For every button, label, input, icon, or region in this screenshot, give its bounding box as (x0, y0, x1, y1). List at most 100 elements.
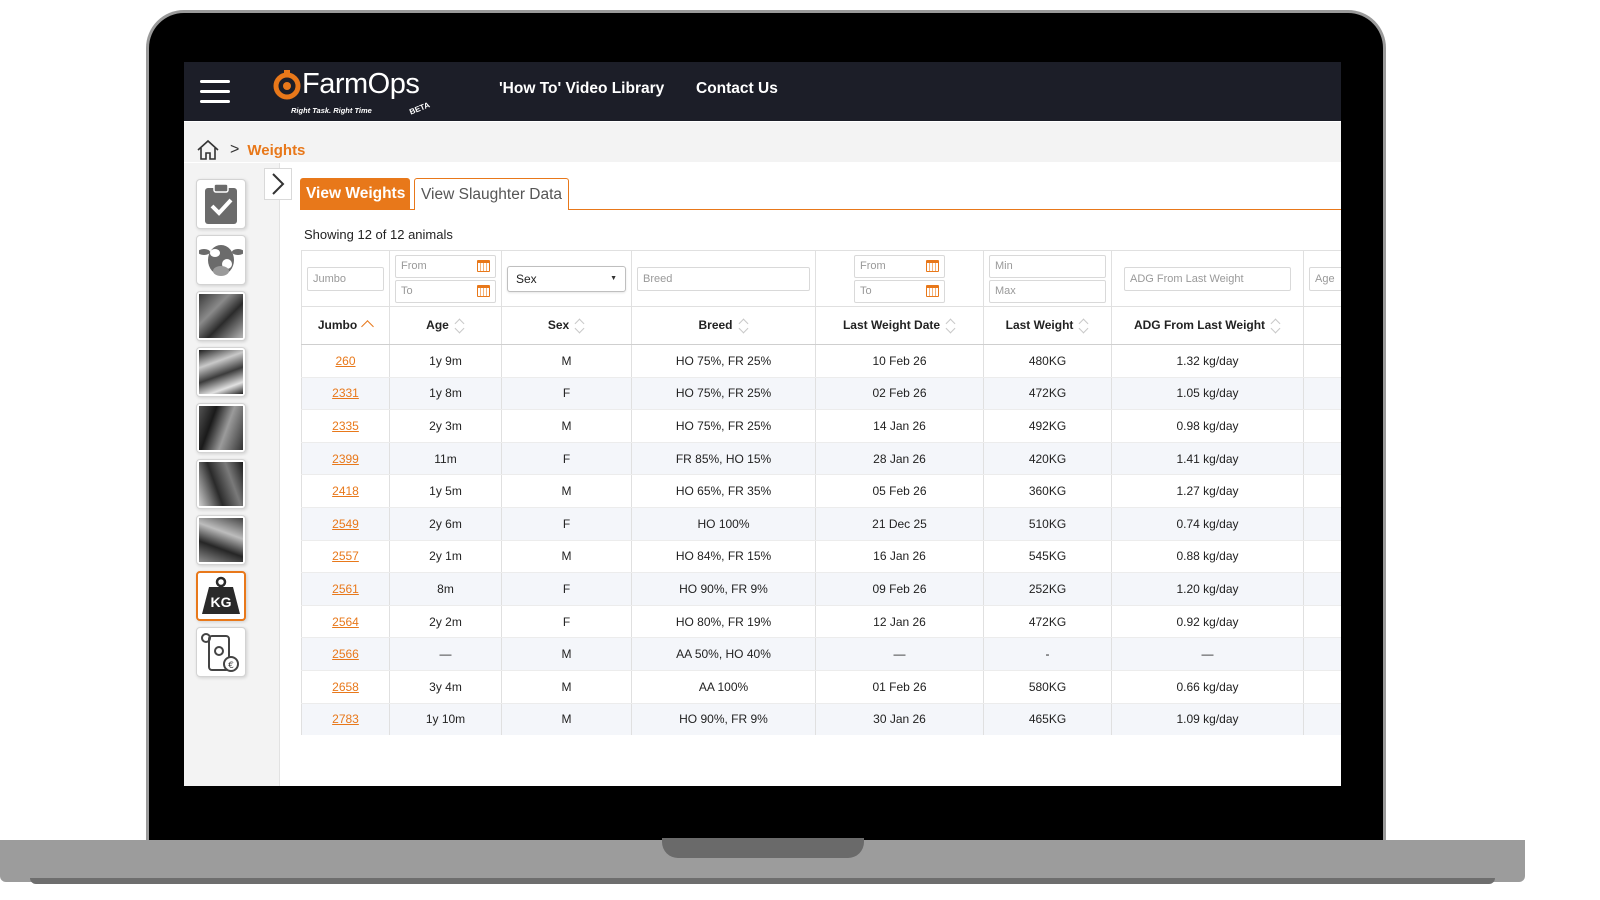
jumbo-link[interactable]: 2561 (332, 582, 359, 596)
table-row[interactable]: 260 1y 9m M HO 75%, FR 25% 10 Feb 26 480KG 1.3… (301, 344, 1341, 378)
sidebar-photo-1[interactable] (196, 291, 246, 341)
weights-table-container[interactable]: Jumbo From To Sex ▼ Breed From To Min Max (301, 250, 1341, 735)
cell-age: 8m (389, 572, 502, 606)
column-header-sex[interactable]: Sex (501, 306, 632, 345)
sort-ascending-icon[interactable] (363, 319, 373, 333)
jumbo-link[interactable]: 2418 (332, 484, 359, 498)
table-row[interactable]: 2566— M AA 50%, HO 40% — - — (301, 637, 1341, 671)
age-partial-filter-input[interactable]: Age (1309, 266, 1341, 291)
cell-adg: 1.09 kg/day (1111, 703, 1304, 735)
sidebar-photo-2[interactable] (196, 347, 246, 397)
sort-icon[interactable] (946, 319, 956, 333)
jumbo-link[interactable]: 2335 (332, 419, 359, 433)
column-header-breed[interactable]: Breed (631, 306, 816, 345)
sort-icon[interactable] (455, 319, 465, 333)
expand-sidebar-button[interactable] (264, 168, 292, 200)
sidebar-animals[interactable] (196, 235, 246, 285)
nav-video-library[interactable]: 'How To' Video Library (499, 80, 664, 98)
sidebar-photo-4[interactable] (196, 459, 246, 509)
sort-icon[interactable] (575, 319, 585, 333)
laptop-base-edge (30, 878, 1495, 884)
sidebar-photo-3[interactable] (196, 403, 246, 453)
sidebar-finance[interactable]: € (196, 627, 246, 677)
sex-filter-select[interactable]: Sex ▼ (507, 265, 626, 292)
sidebar-photo-5[interactable] (196, 515, 246, 565)
weight-min-filter[interactable]: Min (989, 254, 1106, 278)
table-row[interactable]: 2331 1y 8m F HO 75%, FR 25% 02 Feb 26 472KG 1.… (301, 377, 1341, 411)
column-header-label: Last Weight Date (842, 318, 941, 333)
clipboard-check-icon (205, 183, 237, 224)
jumbo-link[interactable]: 2783 (332, 712, 359, 726)
cell-last-weight-date: 02 Feb 26 (815, 377, 984, 411)
jumbo-link[interactable]: 2549 (332, 517, 359, 531)
home-icon[interactable] (196, 139, 220, 161)
jumbo-link[interactable]: 2658 (332, 680, 359, 694)
cell-sex: F (501, 507, 632, 541)
breed-filter-input[interactable]: Breed (637, 266, 810, 291)
sidebar-weights[interactable]: KG (196, 571, 246, 621)
jumbo-link[interactable]: 2331 (332, 386, 359, 400)
table-row[interactable]: 2549 2y 6m F HO 100% 21 Dec 25 510KG 0.74 kg/d… (301, 507, 1341, 541)
cell-sex: M (501, 474, 632, 508)
table-row[interactable]: 2564 2y 2m F HO 80%, FR 19% 12 Jan 26 472KG 0.… (301, 605, 1341, 639)
table-row[interactable]: 2399 11m F FR 85%, HO 15% 28 Jan 26 420KG 1.41… (301, 442, 1341, 476)
cell-sex: F (501, 377, 632, 411)
cell-last-weight-date: 12 Jan 26 (815, 605, 984, 639)
farmops-logo[interactable]: FarmOps Right Task. Right Time BETA (272, 68, 452, 118)
jumbo-link[interactable]: 2399 (332, 452, 359, 466)
column-header-age[interactable]: Age (389, 306, 502, 345)
calendar-icon[interactable] (926, 260, 939, 272)
table-row[interactable]: 2557 2y 1m M HO 84%, FR 15% 16 Jan 26 545KG 0.… (301, 540, 1341, 574)
calendar-icon[interactable] (926, 285, 939, 297)
column-header-jumbo[interactable]: Jumbo (301, 306, 390, 345)
jumbo-link[interactable]: 260 (335, 354, 355, 368)
table-row[interactable]: 2561 8m F HO 90%, FR 9% 09 Feb 26 252KG 1.20 k… (301, 572, 1341, 606)
weight-max-filter[interactable]: Max (989, 279, 1106, 303)
column-header-last-weight-date[interactable]: Last Weight Date (815, 306, 984, 345)
sort-icon[interactable] (1271, 319, 1281, 333)
cell-adg: 0.88 kg/day (1111, 540, 1304, 574)
table-row[interactable]: 2658 3y 4m M AA 100% 01 Feb 26 580KG 0.66 kg/d… (301, 670, 1341, 704)
cell-adg: 1.41 kg/day (1111, 442, 1304, 476)
tab-view-slaughter-data[interactable]: View Slaughter Data (414, 178, 569, 210)
column-header-adg[interactable]: ADG From Last Weight (1111, 306, 1304, 345)
age-to-filter[interactable]: To (395, 279, 496, 303)
date-from-filter[interactable]: From (854, 254, 945, 278)
cell-age: 2y 3m (389, 409, 502, 443)
column-header-label: Jumbo (317, 318, 358, 333)
cell-overflow (1303, 670, 1341, 704)
cell-last-weight: 580KG (983, 670, 1112, 704)
cell-sex: M (501, 540, 632, 574)
column-header-label: ADG From Last Weight (1133, 318, 1266, 333)
jumbo-link[interactable]: 2564 (332, 615, 359, 629)
age-from-filter[interactable]: From (395, 254, 496, 278)
cell-breed: HO 75%, FR 25% (631, 377, 816, 411)
tab-view-weights[interactable]: View Weights (300, 178, 410, 210)
column-header-last-weight[interactable]: Last Weight (983, 306, 1112, 345)
hamburger-menu-icon[interactable] (200, 80, 230, 104)
cell-last-weight: 545KG (983, 540, 1112, 574)
jumbo-link[interactable]: 2566 (332, 647, 359, 661)
calendar-icon[interactable] (477, 285, 490, 297)
cell-age: 1y 8m (389, 377, 502, 411)
calendar-icon[interactable] (477, 260, 490, 272)
cell-adg: 0.74 kg/day (1111, 507, 1304, 541)
cattle-photo-thumbnail (199, 518, 243, 562)
sort-icon[interactable] (1079, 319, 1089, 333)
date-to-filter[interactable]: To (854, 279, 945, 303)
cell-last-weight: 472KG (983, 605, 1112, 639)
table-row[interactable]: 2418 1y 5m M HO 65%, FR 35% 05 Feb 26 360KG 1.… (301, 474, 1341, 508)
age-to-placeholder: To (401, 285, 413, 297)
sidebar-tasks[interactable] (196, 179, 246, 229)
cattle-photo-thumbnail (199, 294, 243, 338)
jumbo-filter-input[interactable]: Jumbo (307, 266, 384, 291)
nav-contact-us[interactable]: Contact Us (696, 80, 778, 98)
adg-filter-input[interactable]: ADG From Last Weight (1124, 266, 1291, 291)
table-row[interactable]: 2335 2y 3m M HO 75%, FR 25% 14 Jan 26 492KG 0.… (301, 409, 1341, 443)
jumbo-link[interactable]: 2557 (332, 549, 359, 563)
cell-sex: F (501, 605, 632, 639)
cell-adg: — (1111, 637, 1304, 671)
table-row[interactable]: 2783 1y 10m M HO 90%, FR 9% 30 Jan 26 465KG 1.… (301, 703, 1341, 735)
sort-icon[interactable] (739, 319, 749, 333)
breadcrumb-current: Weights (247, 141, 306, 159)
